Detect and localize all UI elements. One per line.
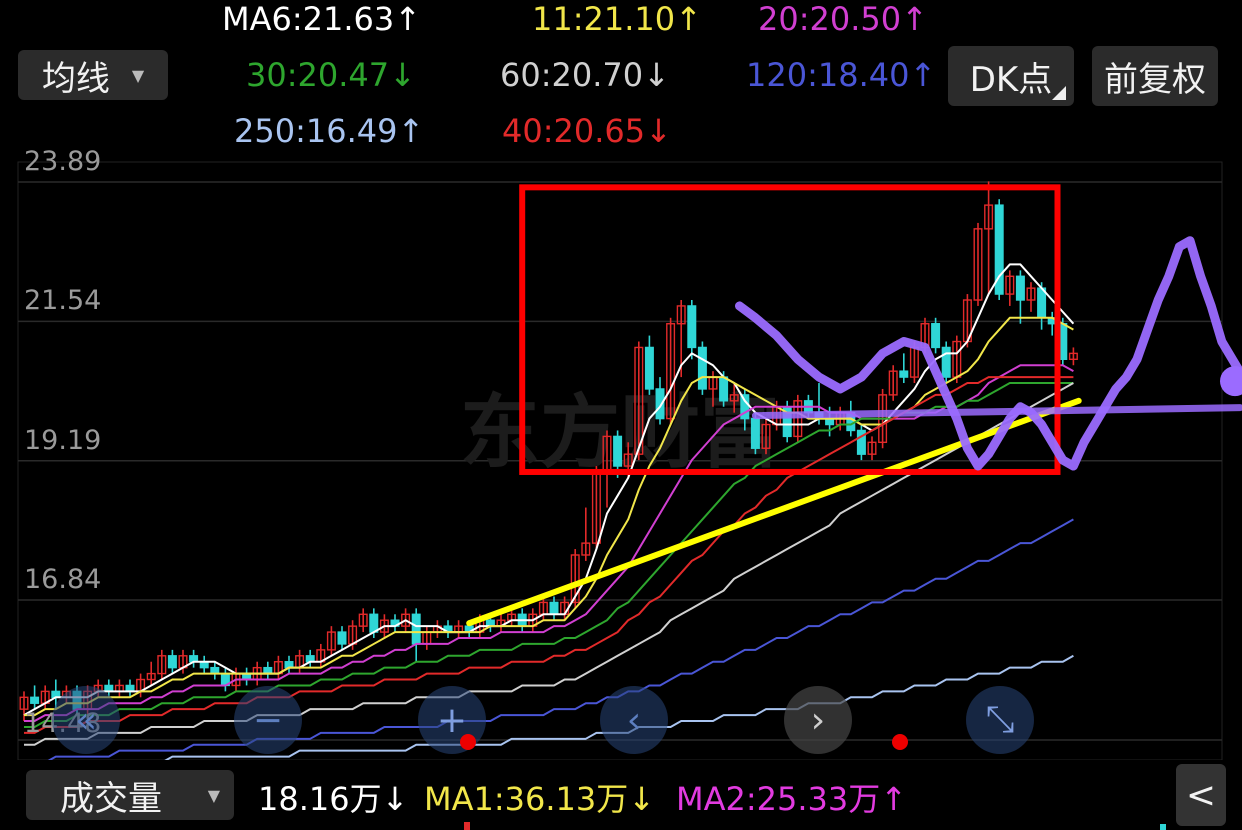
ma-line-ma6 [23,263,1075,716]
next-icon: › [810,699,826,741]
fullscreen-button[interactable]: ⤡ [966,686,1034,754]
volume-current-value: 18.16万 [258,780,382,818]
ma-line-ma250 [24,654,1074,764]
y-tick-label: 16.84 [24,564,102,596]
volume-ma1: MA1:36.13万↓ [424,774,655,820]
arrow-down-icon: ↓ [628,780,656,818]
dk-button-label: DK点 [969,59,1053,100]
ma-legend-item: 11:21.10↑ [532,0,702,38]
candle-body [369,613,379,633]
caret-down-icon: ▼ [207,785,220,805]
prev-button[interactable]: ‹ [600,686,668,754]
corner-triangle-icon [1052,86,1066,100]
candle-body [941,346,951,378]
candle-body [613,435,623,467]
candle-body [931,323,941,349]
chevron-left-icon: < [1185,774,1217,816]
volume-ma2-value: MA2:25.33万 [676,780,881,818]
volume-selector-label: 成交量 [60,778,162,819]
y-tick-label: 23.89 [24,146,102,177]
ma-selector[interactable]: 均线 ▼ [18,50,168,100]
volume-bar-hint [1160,824,1166,830]
volume-current: 18.16万↓ [258,774,408,820]
scroll-left-fast-icon: « [74,699,98,741]
ma-legend-item: 120:18.40↑ [746,56,937,94]
arrow-down-icon: ↓ [381,780,409,818]
candle-body [549,601,559,615]
fullscreen-icon: ⤡ [985,699,1015,740]
candle-body [30,696,40,704]
candle-body [750,417,760,449]
collapse-button[interactable]: < [1176,764,1226,826]
adjust-button[interactable]: 前复权 [1092,46,1218,106]
volume-selector[interactable]: 成交量 ▼ [26,770,234,820]
price-chart: 东方财富 [0,160,1242,764]
next-button[interactable]: › [784,686,852,754]
ma-legend-item: 30:20.47↓ [246,56,416,94]
candle-body [337,631,347,645]
zoom-out-icon: − [252,699,284,741]
scroll-left-fast-button[interactable]: « [52,686,120,754]
ma-selector-label: 均线 [41,58,110,99]
volume-bar-hint [464,822,470,830]
y-tick-label: 19.19 [24,424,102,456]
ma-legend-item: 40:20.65↓ [502,112,672,150]
caret-down-icon: ▼ [131,65,145,85]
candle-body [644,346,654,390]
zoom-in-icon: + [436,699,468,741]
prev-icon: ‹ [626,699,642,741]
volume-ma2: MA2:25.33万↑ [676,774,907,820]
candle-body [719,376,729,402]
candle-body [1015,275,1025,301]
ma-legend-item: 250:16.49↑ [234,112,425,150]
dk-button[interactable]: DK点 [948,46,1074,106]
ma-legend-item: 60:20.70↓ [500,56,670,94]
candle-body [167,655,177,669]
ma-line-ma120 [24,518,1074,764]
marker-dot [460,734,476,750]
adjust-button-label: 前复权 [1104,59,1206,100]
volume-ma1-value: MA1:36.13万 [424,780,629,818]
freehand-end-dot [1220,366,1242,397]
zoom-in-button[interactable]: + [418,686,486,754]
y-tick-label: 21.54 [24,285,102,317]
candle-body [411,613,421,645]
ma-legend-item: MA6:21.63↑ [222,0,422,38]
marker-dot [892,734,908,750]
candle-body [697,346,707,390]
zoom-out-button[interactable]: − [234,686,302,754]
support-line-annotation [751,404,1242,420]
price-chart-svg: 东方财富 [17,161,1242,764]
candle-body [687,305,697,349]
candle-body [899,370,909,378]
ma-legend-item: 20:20.50↑ [758,0,928,38]
arrow-up-icon: ↑ [880,780,908,818]
